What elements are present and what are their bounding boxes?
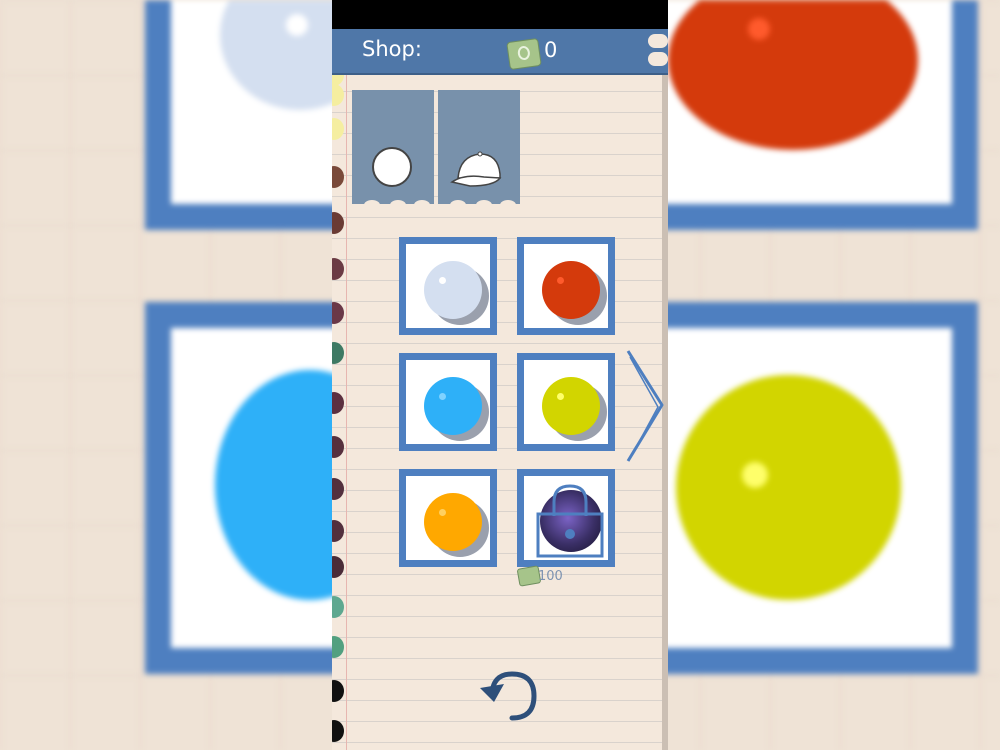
chevron-right-icon[interactable] <box>624 347 668 467</box>
item-slot-yellow[interactable] <box>517 353 615 451</box>
ball-icon <box>372 147 412 187</box>
item-slot-galaxy-locked[interactable] <box>517 469 615 567</box>
ball-swatch <box>424 493 482 551</box>
shop-title: Shop: <box>362 37 422 61</box>
game-screen: Shop: 0 100 <box>332 0 668 750</box>
lock-icon <box>536 484 604 558</box>
tab-hats[interactable] <box>438 90 520 210</box>
item-slot-red[interactable] <box>517 237 615 335</box>
balance-value: 0 <box>544 38 558 62</box>
undo-icon[interactable] <box>472 662 550 728</box>
ball-swatch <box>424 261 482 319</box>
cap-icon <box>450 151 502 187</box>
ball-swatch <box>542 261 600 319</box>
item-slot-white[interactable] <box>399 237 497 335</box>
item-slot-orange[interactable] <box>399 469 497 567</box>
ball-swatch <box>424 377 482 435</box>
tab-balls[interactable] <box>352 90 434 210</box>
ball-swatch <box>542 377 600 435</box>
cash-icon <box>506 37 542 71</box>
item-price: 100 <box>538 569 563 584</box>
item-slot-blue[interactable] <box>399 353 497 451</box>
